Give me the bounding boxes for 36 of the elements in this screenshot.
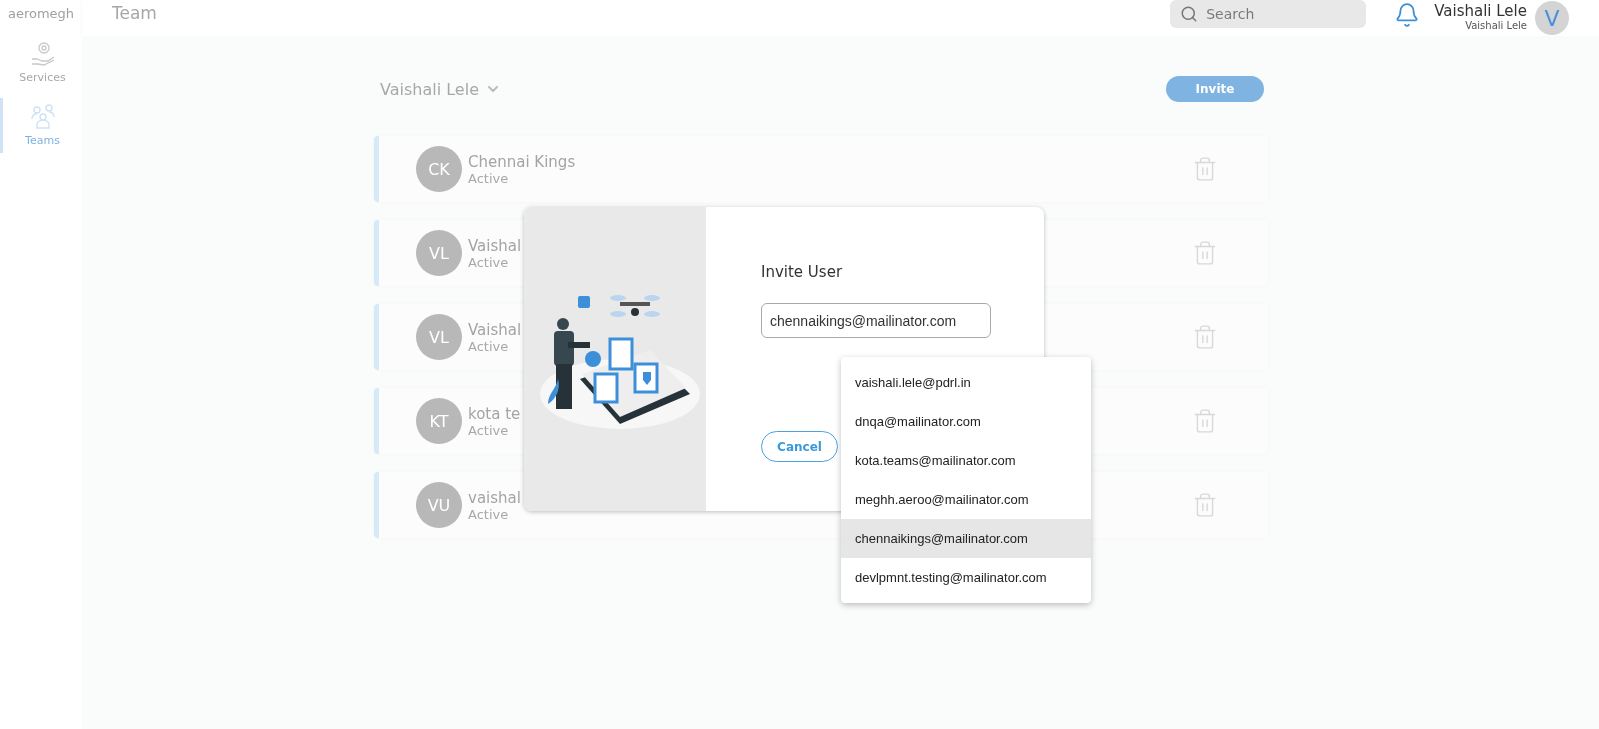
page-title: Team xyxy=(112,3,158,23)
team-icon xyxy=(28,102,57,130)
member-status: Active xyxy=(468,170,509,186)
email-field[interactable]: chennaikings@mailinator.com xyxy=(761,303,991,338)
suggestion-item[interactable]: dnqa@mailinator.com xyxy=(841,402,1091,441)
suggestion-item[interactable]: chennaikings@mailinator.com xyxy=(841,519,1091,558)
trash-icon[interactable] xyxy=(1192,324,1218,350)
trash-icon[interactable] xyxy=(1192,408,1218,434)
member-status: Active xyxy=(468,254,509,270)
member-name: Chennai Kings xyxy=(468,152,576,171)
member-name: vaishal xyxy=(468,488,521,507)
trash-icon[interactable] xyxy=(1192,156,1218,182)
member-avatar: VL xyxy=(416,314,462,360)
suggestion-item[interactable]: vaishali.lele@pdrl.in xyxy=(841,363,1091,402)
suggestion-item[interactable]: meghh.aeroo@mailinator.com xyxy=(841,480,1091,519)
member-status: Active xyxy=(468,338,509,354)
member-name: Vaishal xyxy=(468,236,522,255)
member-name: Vaishal xyxy=(468,320,522,339)
trash-icon[interactable] xyxy=(1192,240,1218,266)
dialog-title: Invite User xyxy=(761,263,844,281)
bell-icon[interactable] xyxy=(1394,2,1421,28)
trash-icon[interactable] xyxy=(1192,492,1218,518)
member-avatar: VL xyxy=(416,230,462,276)
user-subtitle: Vaishali Lele xyxy=(1465,19,1527,31)
member-status: Active xyxy=(468,422,509,438)
member-avatar: KT xyxy=(416,398,462,444)
member-name: kota te xyxy=(468,404,521,423)
member-avatar: CK xyxy=(416,146,462,192)
user-name: Vaishali Lele xyxy=(1434,1,1527,20)
member-status: Active xyxy=(468,506,509,522)
logo: aeromegh xyxy=(7,6,75,21)
member-avatar: VU xyxy=(416,482,462,528)
search-icon xyxy=(1180,5,1199,23)
suggestion-item[interactable]: devlpmnt.testing@mailinator.com xyxy=(841,558,1091,597)
suggestion-item[interactable]: kota.teams@mailinator.com xyxy=(841,441,1091,480)
search-field[interactable]: Search xyxy=(1170,0,1367,28)
